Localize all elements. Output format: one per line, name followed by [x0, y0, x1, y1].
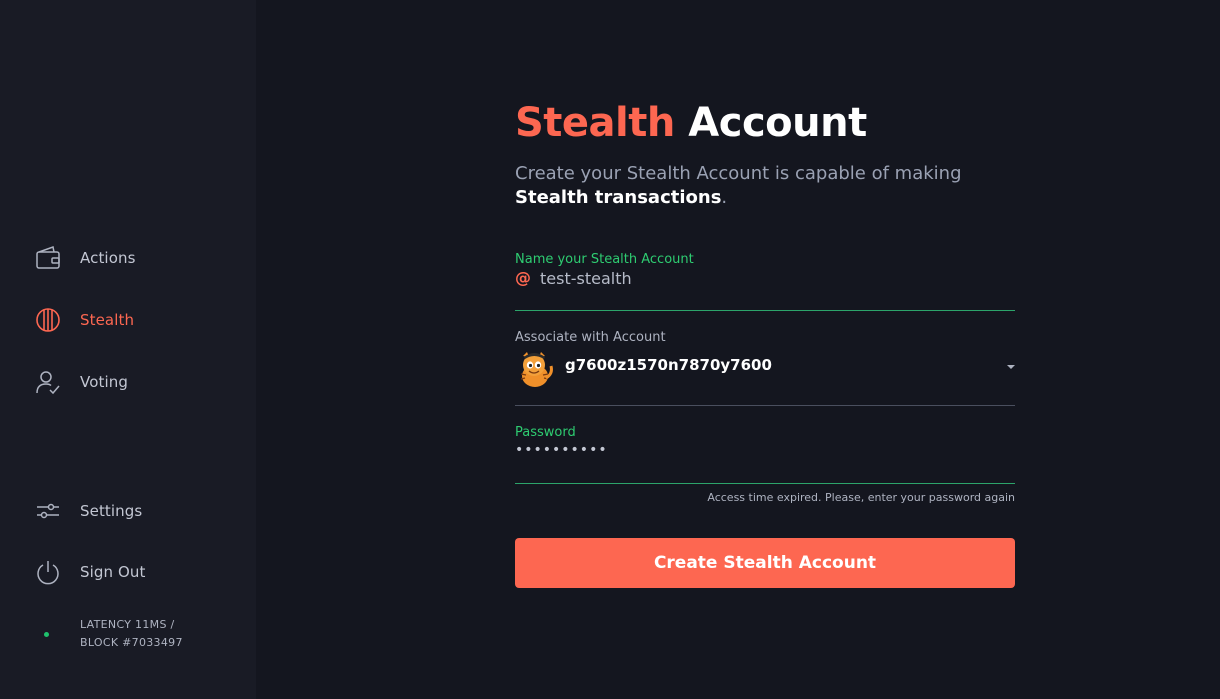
wallet-icon [34, 244, 62, 272]
account-value: g7600z1570n7870y7600 [565, 356, 772, 374]
power-icon [34, 558, 62, 586]
status-dot [44, 632, 49, 637]
at-icon: @ [515, 268, 531, 287]
name-field-underline [515, 310, 1015, 311]
page-title: Stealth Account [515, 100, 867, 146]
account-field-underline [515, 405, 1015, 406]
voter-check-icon [34, 368, 62, 396]
stealth-icon [34, 306, 62, 334]
tiger-avatar-icon [515, 348, 555, 388]
status-text: LATENCY 11MS / BLOCK #7033497 [80, 616, 183, 652]
subtitle-text: Create your Stealth Account is capable o… [515, 163, 962, 184]
block-text: BLOCK #7033497 [80, 636, 183, 649]
nav-label-stealth: Stealth [80, 311, 135, 329]
nav-label-settings: Settings [80, 502, 143, 520]
password-field[interactable]: Password •••••••••• [515, 425, 1015, 485]
password-field-label: Password [515, 425, 576, 440]
subtitle-strong: Stealth transactions [515, 187, 722, 208]
subtitle-end: . [721, 187, 728, 208]
nav-item-settings[interactable]: Settings [34, 497, 142, 525]
account-select[interactable]: Associate with Account g7600z1570n7870y7… [515, 330, 1015, 406]
nav-item-stealth[interactable]: Stealth [34, 306, 134, 334]
password-input[interactable]: •••••••••• [515, 442, 608, 458]
sidebar: Actions Stealth Voting Settings Sign Out… [0, 0, 256, 699]
nav-label-sign-out: Sign Out [80, 563, 146, 581]
password-hint: Access time expired. Please, enter your … [707, 491, 1015, 504]
latency-text: LATENCY 11MS / [80, 618, 175, 631]
password-field-underline [515, 483, 1015, 484]
name-field[interactable]: Name your Stealth Account @ test-stealth [515, 252, 1015, 312]
account-field-label: Associate with Account [515, 330, 666, 345]
nav-item-sign-out[interactable]: Sign Out [34, 558, 145, 586]
chevron-down-icon[interactable] [1007, 365, 1015, 369]
nav-label-actions: Actions [80, 249, 136, 267]
name-input[interactable]: test-stealth [540, 269, 632, 288]
nav-label-voting: Voting [80, 373, 128, 391]
title-rest: Account [674, 100, 867, 146]
sliders-icon [34, 497, 62, 525]
nav-item-voting[interactable]: Voting [34, 368, 128, 396]
network-status: LATENCY 11MS / BLOCK #7033497 [44, 616, 183, 652]
title-accent: Stealth [515, 100, 675, 146]
name-field-label: Name your Stealth Account [515, 252, 694, 267]
create-stealth-account-button[interactable]: Create Stealth Account [515, 538, 1015, 588]
nav-item-actions[interactable]: Actions [34, 244, 136, 272]
page-subtitle: Create your Stealth Account is capable o… [515, 162, 995, 210]
